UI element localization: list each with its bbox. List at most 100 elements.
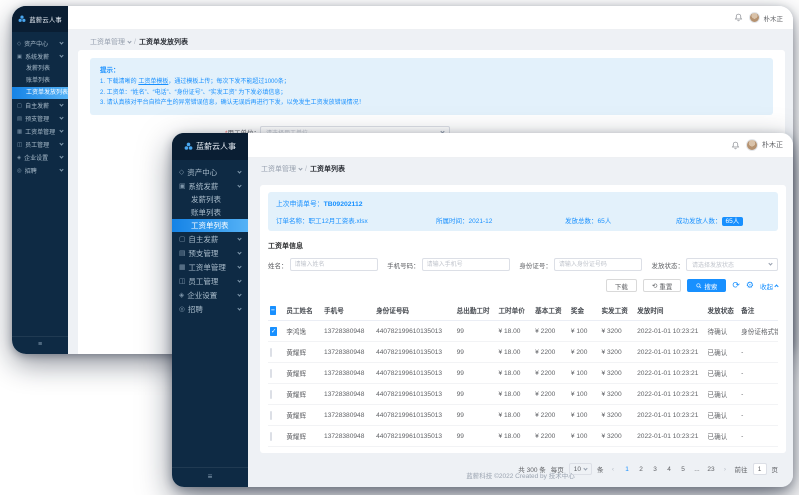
- sidebar: 蓝薪云人事 ◇资产中心 ▣系统发薪 发薪列表 账单列表 工资单发放列表 ▢自主发…: [12, 6, 68, 354]
- total-count-field: 发放总数：65人: [565, 215, 676, 225]
- logo-icon: [18, 15, 26, 23]
- phone-filter: 手机号码：: [387, 258, 510, 271]
- sidebar-menu: ◇资产中心 ▣系统发薪 发薪列表 账单列表 工资单列表 ▢自主发薪 ▤预支管理 …: [172, 160, 248, 316]
- sidebar-subitem-bill-list[interactable]: 账单列表: [12, 75, 68, 87]
- avatar: [749, 12, 760, 23]
- breadcrumb-section[interactable]: 工资单管理: [261, 164, 296, 174]
- sidebar-item-company-settings[interactable]: ◈企业设置: [172, 288, 248, 302]
- table-row[interactable]: 黄耀辉1372838094844078219961013501399¥ 18.0…: [268, 405, 778, 426]
- sidebar-collapse-icon[interactable]: ≡: [12, 336, 68, 348]
- user-name: 朴木正: [764, 13, 784, 23]
- tips-line-3: 3. 请认真核对平台自检产生的异常错误信息，确认无误后再进行下发，以免发生工资发…: [100, 98, 763, 109]
- sidebar-item-employee-mgmt[interactable]: ◫员工管理: [12, 138, 68, 151]
- chevron-down-icon: [298, 166, 302, 170]
- topbar: 朴木正: [248, 133, 793, 158]
- row-checkbox[interactable]: [270, 369, 272, 378]
- app-title: 蓝薪云人事: [196, 141, 236, 152]
- bell-icon[interactable]: [734, 13, 743, 22]
- reset-button[interactable]: ⟲重置: [643, 279, 681, 292]
- sidebar-item-self-payroll[interactable]: ▢自主发薪: [172, 232, 248, 246]
- download-button[interactable]: 下载: [606, 279, 637, 292]
- payslip-icon: ▦: [17, 129, 22, 135]
- sidebar-item-recruit[interactable]: ◎招聘: [12, 164, 68, 177]
- sidebar-item-system-payroll[interactable]: ▣系统发薪: [172, 179, 248, 193]
- table-row[interactable]: 黄耀辉1372838094844078219961013501399¥ 18.0…: [268, 384, 778, 405]
- sidebar-item-asset-center[interactable]: ◇资产中心: [12, 37, 68, 50]
- idcard-filter: 身份证号：: [519, 258, 642, 271]
- row-checkbox[interactable]: ✓: [270, 327, 277, 336]
- chevron-down-icon: [237, 236, 241, 240]
- row-checkbox[interactable]: [270, 432, 272, 441]
- user-name: 朴木正: [762, 140, 783, 150]
- table-row[interactable]: 黄耀辉1372838094844078219961013501399¥ 18.0…: [268, 426, 778, 447]
- name-input[interactable]: [290, 258, 378, 271]
- payslip-icon: ▦: [179, 263, 185, 271]
- app-logo: 蓝薪云人事: [172, 133, 248, 160]
- payslip-template-link[interactable]: 工资单模板: [138, 79, 168, 85]
- breadcrumb-section[interactable]: 工资单管理: [90, 37, 125, 47]
- sidebar-item-system-payroll[interactable]: ▣系统发薪: [12, 50, 68, 63]
- tips-title: 提示：: [100, 64, 763, 74]
- request-no-line: 上次申请单号：TB09202112: [276, 198, 770, 208]
- sidebar-subitem-payslip-list-active[interactable]: 工资单列表: [172, 219, 248, 232]
- sidebar-item-payslip-mgmt[interactable]: ▦工资单管理: [172, 260, 248, 274]
- table-row[interactable]: ✓ 李鸿逸1372838094844078219961013501399¥ 18…: [268, 321, 778, 342]
- sidebar-item-employee-mgmt[interactable]: ◫员工管理: [172, 274, 248, 288]
- sidebar-item-company-settings[interactable]: ◈企业设置: [12, 151, 68, 164]
- select-all-checkbox[interactable]: −: [270, 306, 276, 315]
- payslip-table: − 员工姓名 手机号 身份证号码 总出勤工时 工时单价 基本工资 奖金 实发工资…: [268, 300, 778, 447]
- gear-icon[interactable]: ⚙: [746, 281, 754, 290]
- chevron-down-icon: [59, 128, 63, 132]
- chevron-up-icon: [774, 284, 778, 288]
- sidebar-subitem-payslip-issue-list-active[interactable]: 工资单发放列表: [12, 87, 68, 99]
- chevron-down-icon: [59, 154, 63, 158]
- user-menu[interactable]: 朴木正: [749, 12, 784, 23]
- search-button[interactable]: 搜索: [687, 279, 726, 292]
- status-badge: 已确认: [706, 342, 740, 363]
- desktop: 蓝薪云人事 ◇资产中心 ▣系统发薪 发薪列表 账单列表 工资单发放列表 ▢自主发…: [0, 0, 799, 495]
- sidebar-subitem-payroll-list[interactable]: 发薪列表: [172, 193, 248, 206]
- success-count-field: 成功发放人数：65人: [676, 215, 743, 225]
- sidebar-item-advance-mgmt[interactable]: ▤预支管理: [12, 112, 68, 125]
- breadcrumb: 工资单管理 / 工资单列表: [248, 158, 793, 174]
- advance-icon: ▤: [179, 249, 185, 257]
- reset-icon: ⟲: [652, 282, 657, 290]
- collapse-filters-link[interactable]: 收起: [760, 281, 778, 291]
- user-menu[interactable]: 朴木正: [746, 139, 783, 151]
- sidebar-item-self-payroll[interactable]: ▢自主发薪: [12, 99, 68, 112]
- topbar: 朴木正: [68, 6, 793, 30]
- chevron-down-icon: [59, 167, 63, 171]
- bell-icon[interactable]: [731, 141, 740, 150]
- row-checkbox[interactable]: [270, 348, 272, 357]
- asset-icon: ◇: [17, 41, 21, 47]
- phone-input[interactable]: [422, 258, 510, 271]
- sidebar-item-asset-center[interactable]: ◇资产中心: [172, 165, 248, 179]
- row-checkbox[interactable]: [270, 411, 272, 420]
- sidebar-subitem-payroll-list[interactable]: 发薪列表: [12, 63, 68, 75]
- status-badge: 待确认: [706, 321, 740, 342]
- breadcrumb-current: 工资单列表: [310, 164, 345, 174]
- avatar: [746, 139, 758, 151]
- idcard-input[interactable]: [554, 258, 642, 271]
- payroll-icon: ▣: [179, 182, 185, 190]
- chevron-down-icon: [768, 261, 772, 265]
- refresh-icon[interactable]: ⟳: [732, 281, 740, 290]
- sidebar-item-payslip-mgmt[interactable]: ▦工资单管理: [12, 125, 68, 138]
- success-count-badge: 65人: [722, 217, 744, 226]
- row-checkbox[interactable]: [270, 390, 272, 399]
- window-payslip-list: 蓝薪云人事 ◇资产中心 ▣系统发薪 发薪列表 账单列表 工资单列表 ▢自主发薪 …: [172, 133, 793, 487]
- sidebar-item-advance-mgmt[interactable]: ▤预支管理: [172, 246, 248, 260]
- order-name-field: 订单名称：职工12月工资表.xlsx: [276, 215, 436, 225]
- chevron-down-icon: [59, 40, 63, 44]
- sidebar-subitem-bill-list[interactable]: 账单列表: [172, 206, 248, 219]
- app-logo: 蓝薪云人事: [12, 6, 68, 32]
- table-row[interactable]: 黄耀辉1372838094844078219961013501399¥ 18.0…: [268, 342, 778, 363]
- search-icon: [696, 283, 702, 289]
- status-filter: 发放状态：请选择发放状态: [651, 258, 778, 271]
- sidebar-item-recruit[interactable]: ◎招聘: [172, 302, 248, 316]
- sidebar-collapse-icon[interactable]: ≡: [172, 467, 248, 481]
- table-row[interactable]: 黄耀辉1372838094844078219961013501399¥ 18.0…: [268, 363, 778, 384]
- logo-icon: [184, 142, 193, 151]
- status-select[interactable]: 请选择发放状态: [686, 258, 778, 271]
- tips-line-2: 2. 工资单：“姓名”、“电话”、“身份证号”、“实发工资” 为下发必填信息；: [100, 88, 763, 99]
